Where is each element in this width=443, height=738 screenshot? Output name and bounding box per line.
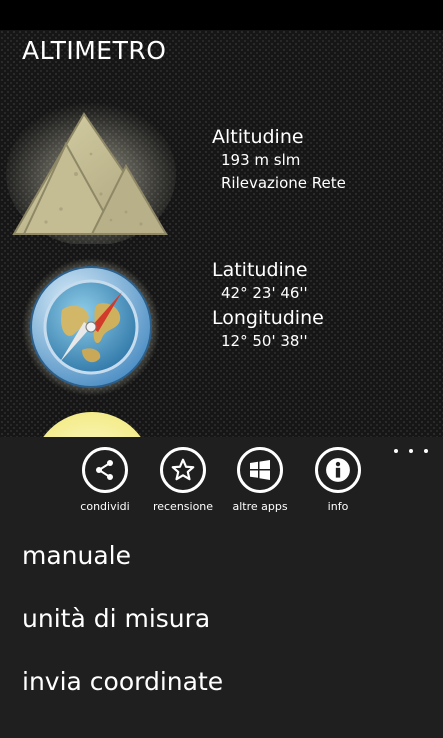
menu-item-send-coordinates[interactable]: invia coordinate bbox=[22, 667, 223, 696]
ellipsis-icon bbox=[394, 449, 398, 453]
coordinates-info: Latitudine 42° 23' 46'' Longitudine 12° … bbox=[212, 259, 324, 353]
other-apps-button[interactable]: altre apps bbox=[220, 447, 300, 513]
info-label: info bbox=[327, 500, 349, 513]
status-bar bbox=[0, 0, 443, 30]
sun-icon bbox=[43, 412, 141, 437]
altitude-heading: Altitudine bbox=[212, 126, 304, 148]
longitude-heading: Longitudine bbox=[212, 307, 324, 329]
application-bar: condividi recensione altre apps info man… bbox=[0, 437, 443, 738]
menu-item-units[interactable]: unità di misura bbox=[22, 604, 210, 633]
compass-icon bbox=[22, 258, 160, 396]
altitude-source: Rilevazione Rete bbox=[221, 174, 346, 192]
app-content: ALTIMETRO Altitudine 193 m slm Rilevazio… bbox=[0, 30, 443, 437]
share-label: condividi bbox=[80, 500, 130, 513]
more-options-button[interactable] bbox=[394, 443, 428, 459]
app-title: ALTIMETRO bbox=[22, 36, 167, 65]
review-button[interactable]: recensione bbox=[143, 447, 223, 513]
other-apps-label: altre apps bbox=[232, 500, 288, 513]
share-button[interactable]: condividi bbox=[65, 447, 145, 513]
latitude-value: 42° 23' 46'' bbox=[221, 284, 308, 302]
share-icon bbox=[82, 447, 128, 493]
info-icon bbox=[315, 447, 361, 493]
windows-icon bbox=[237, 447, 283, 493]
altitude-info: Altitudine 193 m slm Rilevazione Rete bbox=[212, 126, 346, 194]
star-icon bbox=[160, 447, 206, 493]
altitude-value: 193 m slm bbox=[221, 151, 301, 169]
menu-item-manual[interactable]: manuale bbox=[22, 541, 131, 570]
latitude-heading: Latitudine bbox=[212, 259, 308, 281]
pyramid-icon bbox=[6, 102, 176, 244]
longitude-value: 12° 50' 38'' bbox=[221, 332, 308, 350]
info-button[interactable]: info bbox=[298, 447, 378, 513]
review-label: recensione bbox=[152, 500, 214, 513]
